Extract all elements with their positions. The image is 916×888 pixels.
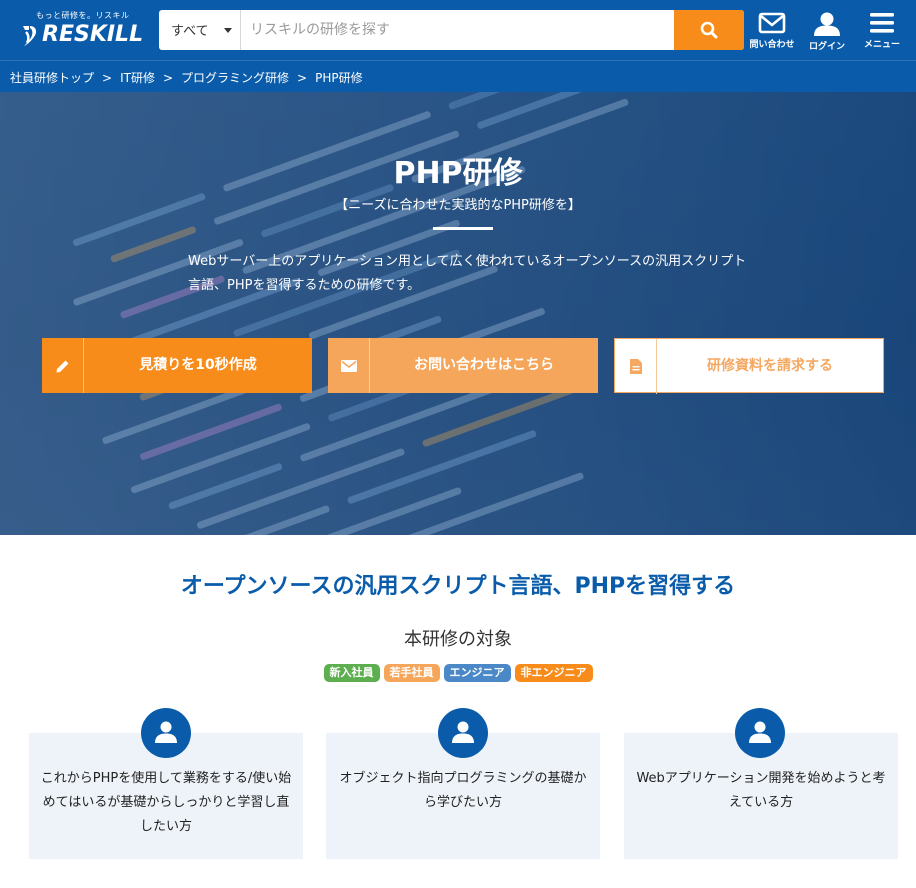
request-materials-label: 研修資料を請求する [707, 358, 833, 374]
person-icon [155, 721, 177, 743]
title-divider [433, 227, 493, 230]
hamburger-menu-icon [870, 13, 894, 33]
target-card-text: Webアプリケーション開発を始めようと考えている方 [636, 771, 886, 810]
hero-section: PHP研修 【ニーズに合わせた実践的なPHP研修を】 Webサーバー上のアプリケ… [0, 92, 916, 535]
page-description: Webサーバー上のアプリケーション用として広く使われているオープンソースの汎用ス… [188, 254, 747, 293]
tag-non-engineer: 非エンジニア [514, 664, 593, 682]
breadcrumb-separator: > [102, 71, 113, 85]
request-materials-button[interactable]: 研修資料を請求する [614, 338, 884, 394]
logo-tagline: もっと研修を。リスキル [36, 11, 130, 20]
breadcrumb-separator: > [297, 71, 308, 85]
target-card-text: オブジェクト指向プログラミングの基礎から学びたい方 [339, 771, 587, 810]
login-link[interactable]: ログイン [797, 10, 857, 56]
breadcrumb-item-top[interactable]: 社員研修トップ [10, 71, 94, 85]
breadcrumb-item-current: PHP研修 [315, 71, 363, 85]
target-card-text: これからPHPを使用して業務をする/使い始めてはいるが基礎からしっかりと学習し直… [40, 771, 292, 834]
page-title: PHP研修 [393, 156, 523, 191]
tag-engineer: エンジニア [443, 664, 511, 682]
person-icon [749, 721, 771, 743]
user-avatar-icon [735, 708, 785, 758]
estimate-button[interactable]: 見積りを10秒作成 [42, 338, 312, 393]
document-icon [629, 359, 642, 374]
user-avatar-icon [141, 708, 191, 758]
person-icon [452, 721, 474, 743]
contact-button-label: お問い合わせはこちら [414, 357, 554, 373]
chevron-down-icon [224, 28, 232, 33]
search-icon [700, 21, 718, 39]
contact-button[interactable]: お問い合わせはこちら [328, 338, 598, 393]
logo-wordmark: RESKILL [42, 22, 144, 47]
contact-link[interactable]: 問い合わせ [742, 10, 802, 56]
menu-label: メニュー [863, 40, 900, 50]
envelope-icon [340, 360, 357, 372]
target-heading: 本研修の対象 [404, 629, 512, 650]
pencil-icon [56, 360, 68, 373]
user-icon [814, 12, 840, 36]
breadcrumb: 社員研修トップ > IT研修 > プログラミング研修 > PHP研修 [0, 60, 916, 92]
breadcrumb-separator: > [162, 71, 174, 85]
search-scope-select[interactable]: すべて [159, 10, 241, 50]
section-title: オープンソースの汎用スクリプト言語、PHPを習得する [180, 574, 736, 599]
login-label: ログイン [808, 42, 845, 52]
tag-young-employee: 若手社員 [383, 664, 440, 682]
breadcrumb-item-programming[interactable]: プログラミング研修 [181, 71, 289, 85]
menu-button[interactable]: メニュー [852, 10, 912, 56]
site-header: もっと研修を。リスキル RESKILL すべて 問い合わせ [0, 0, 916, 60]
search-scope-value: すべて [171, 24, 209, 39]
search-bar: すべて [159, 10, 744, 50]
user-avatar-icon [438, 708, 488, 758]
envelope-icon [758, 12, 786, 34]
search-input[interactable] [242, 10, 674, 50]
contact-label: 問い合わせ [749, 40, 795, 50]
estimate-button-label: 見積りを10秒作成 [139, 357, 257, 373]
logo-mark-icon [23, 26, 37, 46]
page-subtitle: 【ニーズに合わせた実践的なPHP研修を】 [335, 198, 581, 213]
breadcrumb-item-it[interactable]: IT研修 [120, 71, 155, 85]
reskill-logo[interactable]: もっと研修を。リスキル RESKILL [20, 8, 144, 52]
tag-new-employee: 新入社員 [323, 664, 380, 682]
search-button[interactable] [674, 10, 744, 50]
target-tags: 新入社員 若手社員 エンジニア 非エンジニア [0, 664, 916, 682]
